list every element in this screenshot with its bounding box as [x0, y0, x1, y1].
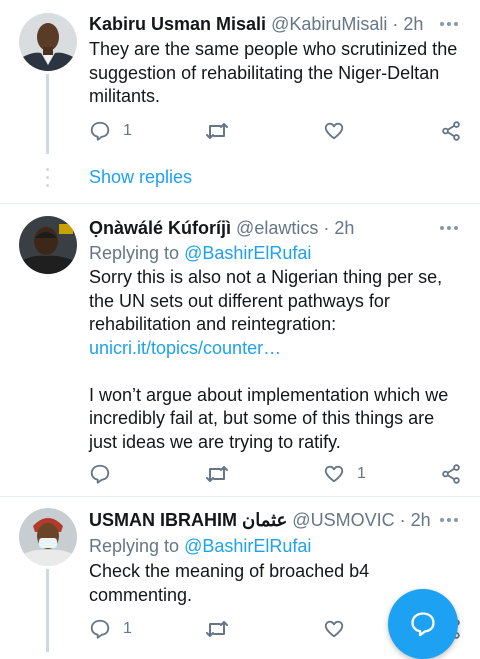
tweet-text: They are the same people who scrutinized… [89, 38, 464, 109]
tweet-text-line: rehabilitation and reintegration: [89, 314, 337, 334]
avatar[interactable] [19, 13, 77, 71]
tweet-text-line: incredibly fail at, but some of this thi… [89, 408, 435, 428]
reply-icon [90, 464, 110, 484]
reply-button[interactable]: 1 [89, 119, 132, 143]
tweet-link[interactable]: unicri.it/topics/counter… [89, 337, 464, 361]
retweet-icon [206, 466, 228, 482]
retweet-button[interactable] [205, 617, 229, 641]
retweet-button[interactable] [205, 462, 229, 486]
tweet-text-line: Sorry this is also not a Nigerian thing … [89, 267, 443, 287]
replying-to-label: Replying to [89, 536, 180, 556]
tweet-text-line: They are the same people who scrutinized… [89, 39, 458, 59]
share-icon [442, 121, 460, 141]
separator-dot: · [323, 218, 330, 238]
retweet-icon [206, 621, 228, 637]
tweet[interactable]: Kabiru Usman Misali @KabiruMisali · 2h T… [0, 0, 480, 200]
share-button[interactable] [440, 119, 462, 143]
display-name[interactable]: USMAN IBRAHIM عثمان [89, 510, 287, 530]
like-button[interactable]: 1 [323, 462, 366, 486]
timestamp[interactable]: 2h [411, 510, 431, 530]
tweet-text-line: suggestion of rehabilitating the Niger-D… [89, 62, 440, 83]
timestamp[interactable]: 2h [403, 14, 423, 34]
tweet-text-line: just ideas we are trying to ratify. [89, 431, 341, 452]
reply-button[interactable] [89, 462, 123, 486]
like-button[interactable] [323, 617, 357, 641]
avatar[interactable] [19, 216, 77, 274]
compose-reply-button[interactable] [388, 589, 458, 659]
separator-dot: · [399, 510, 406, 530]
like-button[interactable] [323, 119, 357, 143]
tweet[interactable]: Ọnàwálé Kúforíjì @elawtics · 2h Replying… [0, 204, 480, 496]
retweet-button[interactable] [205, 119, 229, 143]
show-replies-link[interactable]: Show replies [89, 167, 192, 188]
tweet-text-line: I won’t argue about implementation which… [89, 384, 449, 405]
tweet-header: USMAN IBRAHIM عثمان @USMOVIC · 2h [89, 508, 440, 532]
tweet-text-line: the UN sets out different pathways for [89, 290, 390, 311]
user-handle[interactable]: @elawtics [236, 218, 318, 238]
share-button[interactable] [440, 462, 462, 486]
like-count: 1 [357, 465, 366, 482]
replying-to: Replying to @BashirElRufai [89, 534, 311, 558]
display-name[interactable]: Ọnàwálé Kúforíjì [89, 218, 231, 238]
user-avatar-icon [19, 216, 77, 274]
tweet-text-line: militants. [89, 86, 161, 106]
avatar[interactable] [19, 508, 77, 566]
tweet-text: Sorry this is also not a Nigerian thing … [89, 266, 464, 454]
thread-line [46, 74, 49, 154]
replying-to-mention[interactable]: @BashirElRufai [184, 536, 311, 556]
heart-icon [324, 620, 344, 638]
replying-to-mention[interactable]: @BashirElRufai [184, 243, 311, 263]
thread-dots [46, 168, 49, 188]
reply-icon [90, 619, 110, 639]
retweet-icon [206, 123, 228, 139]
tweet-actions: 1 [89, 462, 469, 486]
user-avatar-icon [19, 508, 77, 566]
reply-count: 1 [123, 620, 132, 637]
reply-button[interactable]: 1 [89, 617, 132, 641]
more-icon[interactable] [440, 218, 460, 238]
tweet-text-line: Check the meaning of broached b4 [89, 561, 370, 581]
replying-to-label: Replying to [89, 243, 180, 263]
user-avatar-icon [19, 13, 77, 71]
tweet-actions: 1 [89, 119, 469, 143]
timestamp[interactable]: 2h [334, 218, 354, 238]
separator-dot: · [392, 14, 399, 34]
reply-icon [90, 121, 110, 141]
user-handle[interactable]: @USMOVIC [292, 510, 394, 530]
heart-icon [324, 465, 344, 483]
replying-to: Replying to @BashirElRufai [89, 241, 311, 265]
more-icon[interactable] [440, 14, 460, 34]
compose-reply-icon [411, 612, 435, 637]
more-icon[interactable] [440, 510, 460, 530]
display-name[interactable]: Kabiru Usman Misali [89, 14, 266, 34]
thread-line [46, 569, 49, 652]
user-handle[interactable]: @KabiruMisali [271, 14, 387, 34]
tweet-header: Ọnàwálé Kúforíjì @elawtics · 2h [89, 216, 440, 240]
heart-icon [324, 122, 344, 140]
reply-count: 1 [123, 122, 132, 139]
tweet-header: Kabiru Usman Misali @KabiruMisali · 2h [89, 12, 440, 36]
share-icon [442, 464, 460, 484]
